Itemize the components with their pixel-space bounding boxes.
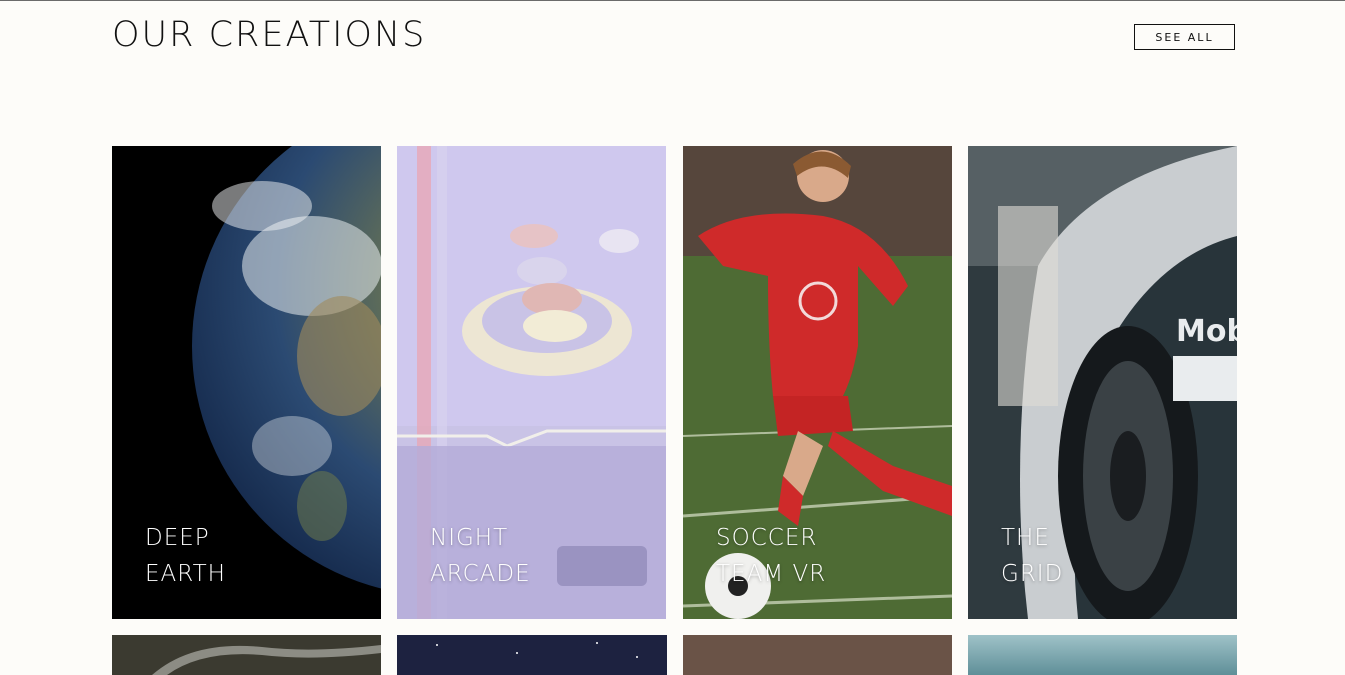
card-title: NIGHT ARCADE [430, 525, 531, 587]
creation-card-row2-2[interactable] [397, 635, 667, 675]
card-title: THE GRID [1001, 525, 1064, 587]
creation-card-night-arcade[interactable]: NIGHT ARCADE [397, 146, 666, 619]
road-image [112, 635, 381, 675]
see-all-button[interactable]: SEE ALL [1134, 24, 1235, 50]
creation-card-deep-earth[interactable]: DEEP EARTH [112, 146, 381, 619]
brown-image [683, 635, 952, 675]
top-divider [0, 0, 1345, 1]
sky-image [968, 635, 1237, 675]
card-title: SOCCER TEAM VR [716, 525, 827, 587]
creation-card-the-grid[interactable]: Mob THE GRID [968, 146, 1237, 619]
creation-card-soccer-team-vr[interactable]: SOCCER TEAM VR [683, 146, 952, 619]
section-title: OUR CREATIONS [112, 15, 427, 55]
svg-text:Mob: Mob [1176, 314, 1237, 349]
creation-card-row2-3[interactable] [683, 635, 952, 675]
card-title: DEEP EARTH [145, 525, 226, 587]
night-sky-image [397, 635, 667, 675]
creation-card-row2-1[interactable] [112, 635, 381, 675]
creation-card-row2-4[interactable] [968, 635, 1237, 675]
